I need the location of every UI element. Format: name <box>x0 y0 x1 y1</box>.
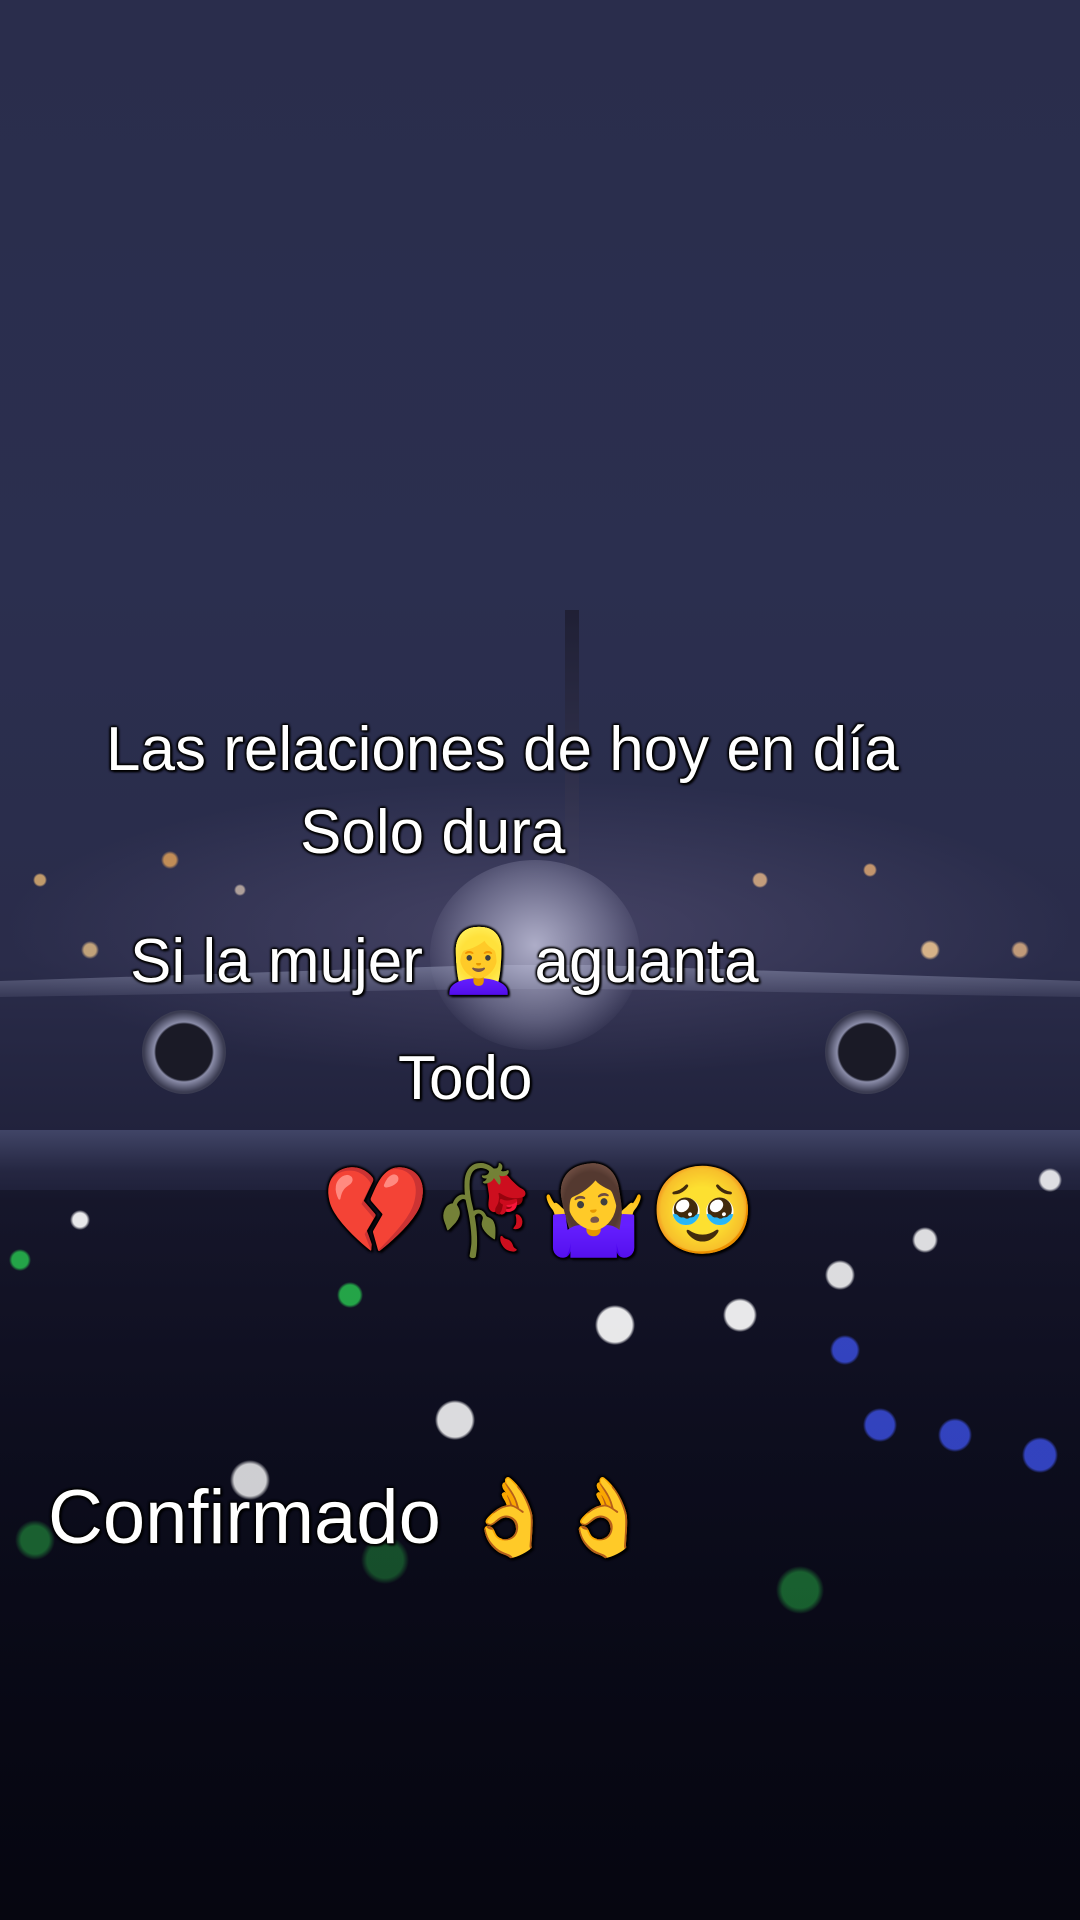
caption-confirmado: Confirmado 👌👌 <box>48 1475 652 1560</box>
airplane-engine-left <box>142 1010 226 1094</box>
caption-line-1: Las relaciones de hoy en día <box>106 715 899 784</box>
caption-line-2: Solo dura <box>300 798 566 867</box>
caption-line-3: Si la mujer 👱‍♀️ aguanta <box>130 927 759 996</box>
emoji-row: 💔🥀🤷‍♀️🥹 <box>322 1163 759 1259</box>
video-frame: Las relaciones de hoy en día Solo dura S… <box>0 0 1080 1920</box>
airplane-engine-right <box>825 1010 909 1094</box>
caption-line-4: Todo <box>398 1044 533 1113</box>
